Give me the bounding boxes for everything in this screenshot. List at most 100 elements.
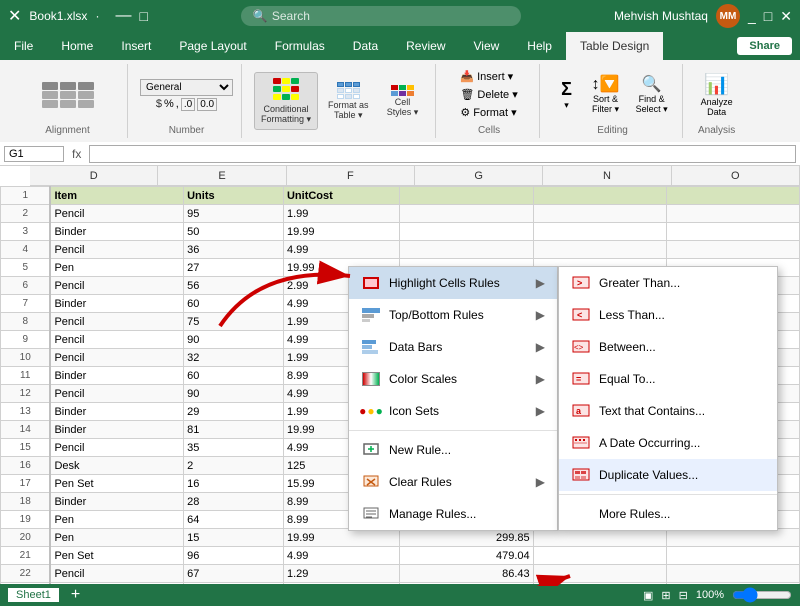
cell-19-0[interactable]: Pen <box>50 511 183 529</box>
cell-13-0[interactable]: Binder <box>50 403 183 421</box>
format-as-table-button[interactable]: Format asTable ▾ <box>322 78 375 125</box>
cell-7-0[interactable]: Binder <box>50 295 183 313</box>
tab-home[interactable]: Home <box>47 32 107 60</box>
tab-formulas[interactable]: Formulas <box>261 32 339 60</box>
cell-14-1[interactable]: 81 <box>184 421 284 439</box>
cell-17-1[interactable]: 16 <box>184 475 284 493</box>
cell-18-0[interactable]: Binder <box>50 493 183 511</box>
delete-btn[interactable]: 🗑 Delete ▾ <box>456 86 521 103</box>
cell-10-0[interactable]: Pencil <box>50 349 183 367</box>
submenu-item-greater-than[interactable]: > Greater Than... <box>559 267 777 299</box>
cell-4-3[interactable] <box>400 241 533 259</box>
cell-22-1[interactable]: 67 <box>184 565 284 583</box>
window-close-btn[interactable]: ✕ <box>780 8 792 25</box>
cell-4-1[interactable]: 36 <box>184 241 284 259</box>
header-unitcost[interactable]: UnitCost <box>283 187 400 205</box>
cell-3-3[interactable] <box>400 223 533 241</box>
submenu-item-date-occurring[interactable]: A Date Occurring... <box>559 427 777 459</box>
cell-styles-button[interactable]: CellStyles ▾ <box>379 81 427 122</box>
cell-9-0[interactable]: Pencil <box>50 331 183 349</box>
header-o[interactable] <box>666 187 799 205</box>
cell-21-0[interactable]: Pen Set <box>50 547 183 565</box>
add-sheet-btn[interactable]: + <box>71 586 80 604</box>
cell-20-5[interactable] <box>666 529 799 547</box>
window-restore-btn[interactable]: □ <box>764 8 772 24</box>
currency-btn[interactable]: $ <box>156 98 162 110</box>
comma-btn[interactable]: , <box>176 98 179 110</box>
number-format-select[interactable]: General <box>140 79 233 96</box>
cell-2-3[interactable] <box>400 205 533 223</box>
menu-item-color-scales[interactable]: Color Scales ▶ <box>349 363 557 395</box>
cell-12-1[interactable]: 90 <box>184 385 284 403</box>
cell-2-5[interactable] <box>666 205 799 223</box>
zoom-slider[interactable] <box>732 587 792 603</box>
cell-3-1[interactable]: 50 <box>184 223 284 241</box>
tab-view[interactable]: View <box>460 32 514 60</box>
tab-help[interactable]: Help <box>513 32 566 60</box>
cell-17-0[interactable]: Pen Set <box>50 475 183 493</box>
cell-13-1[interactable]: 29 <box>184 403 284 421</box>
cell-22-0[interactable]: Pencil <box>50 565 183 583</box>
user-avatar[interactable]: MM <box>716 4 740 28</box>
view-layout-btn[interactable]: ⊞ <box>661 589 670 602</box>
cell-2-0[interactable]: Pencil <box>50 205 183 223</box>
cell-22-3[interactable]: 86.43 <box>400 565 533 583</box>
view-normal-btn[interactable]: ▣ <box>643 589 653 602</box>
cell-4-0[interactable]: Pencil <box>50 241 183 259</box>
percent-btn[interactable]: % <box>164 98 174 110</box>
menu-item-clear-rules[interactable]: Clear Rules ▶ <box>349 466 557 498</box>
minimize-icon[interactable]: — <box>115 7 131 25</box>
tab-tabledesign[interactable]: Table Design <box>566 32 663 60</box>
cell-5-1[interactable]: 27 <box>184 259 284 277</box>
name-box[interactable] <box>4 146 64 162</box>
cell-2-2[interactable]: 1.99 <box>283 205 400 223</box>
cell-3-4[interactable] <box>533 223 666 241</box>
cell-6-1[interactable]: 56 <box>184 277 284 295</box>
cell-14-0[interactable]: Binder <box>50 421 183 439</box>
menu-item-manage-rules[interactable]: Manage Rules... <box>349 498 557 530</box>
submenu-item-equal-to[interactable]: = Equal To... <box>559 363 777 395</box>
menu-item-icon-sets[interactable]: ● ● ● Icon Sets ▶ <box>349 395 557 427</box>
cell-4-4[interactable] <box>533 241 666 259</box>
cell-16-0[interactable]: Desk <box>50 457 183 475</box>
header-units[interactable]: Units <box>184 187 284 205</box>
sort-filter-btn[interactable]: ↕🔽 Sort &Filter ▾ <box>586 70 626 119</box>
insert-btn[interactable]: 📥 Insert ▾ <box>456 68 521 85</box>
cell-21-2[interactable]: 4.99 <box>283 547 400 565</box>
menu-item-data-bars[interactable]: Data Bars ▶ <box>349 331 557 363</box>
cell-21-3[interactable]: 479.04 <box>400 547 533 565</box>
tab-file[interactable]: File <box>0 32 47 60</box>
cell-21-4[interactable] <box>533 547 666 565</box>
cell-10-1[interactable]: 32 <box>184 349 284 367</box>
cell-20-3[interactable]: 299.85 <box>400 529 533 547</box>
header-item[interactable]: Item <box>50 187 183 205</box>
cell-5-0[interactable]: Pen <box>50 259 183 277</box>
menu-item-new-rule[interactable]: New Rule... <box>349 434 557 466</box>
submenu-item-duplicate-values[interactable]: Duplicate Values... <box>559 459 777 491</box>
share-button[interactable]: Share <box>737 37 792 55</box>
view-page-btn[interactable]: ⊟ <box>679 589 688 602</box>
analyze-data-btn[interactable]: 📊 AnalyzeData <box>695 68 739 121</box>
cell-18-1[interactable]: 28 <box>184 493 284 511</box>
menu-item-highlight-cells[interactable]: Highlight Cells Rules ▶ <box>349 267 557 299</box>
formula-input[interactable] <box>89 145 796 163</box>
cell-2-1[interactable]: 95 <box>184 205 284 223</box>
cell-15-0[interactable]: Pencil <box>50 439 183 457</box>
conditional-formatting-button[interactable]: ConditionalFormatting ▾ <box>254 72 318 130</box>
window-minimize-btn[interactable]: _ <box>748 8 756 24</box>
cell-22-2[interactable]: 1.29 <box>283 565 400 583</box>
find-select-btn[interactable]: 🔍 Find &Select ▾ <box>630 70 674 119</box>
cell-4-5[interactable] <box>666 241 799 259</box>
tab-insert[interactable]: Insert <box>107 32 165 60</box>
cell-11-1[interactable]: 60 <box>184 367 284 385</box>
cell-4-2[interactable]: 4.99 <box>283 241 400 259</box>
tab-review[interactable]: Review <box>392 32 459 60</box>
cell-6-0[interactable]: Pencil <box>50 277 183 295</box>
sheet-tab[interactable]: Sheet1 <box>8 588 59 602</box>
submenu-item-text-contains[interactable]: a Text that Contains... <box>559 395 777 427</box>
cell-20-2[interactable]: 19.99 <box>283 529 400 547</box>
increase-decimal-btn[interactable]: 0.0 <box>197 98 217 111</box>
header-n[interactable] <box>533 187 666 205</box>
cell-21-1[interactable]: 96 <box>184 547 284 565</box>
cell-2-4[interactable] <box>533 205 666 223</box>
